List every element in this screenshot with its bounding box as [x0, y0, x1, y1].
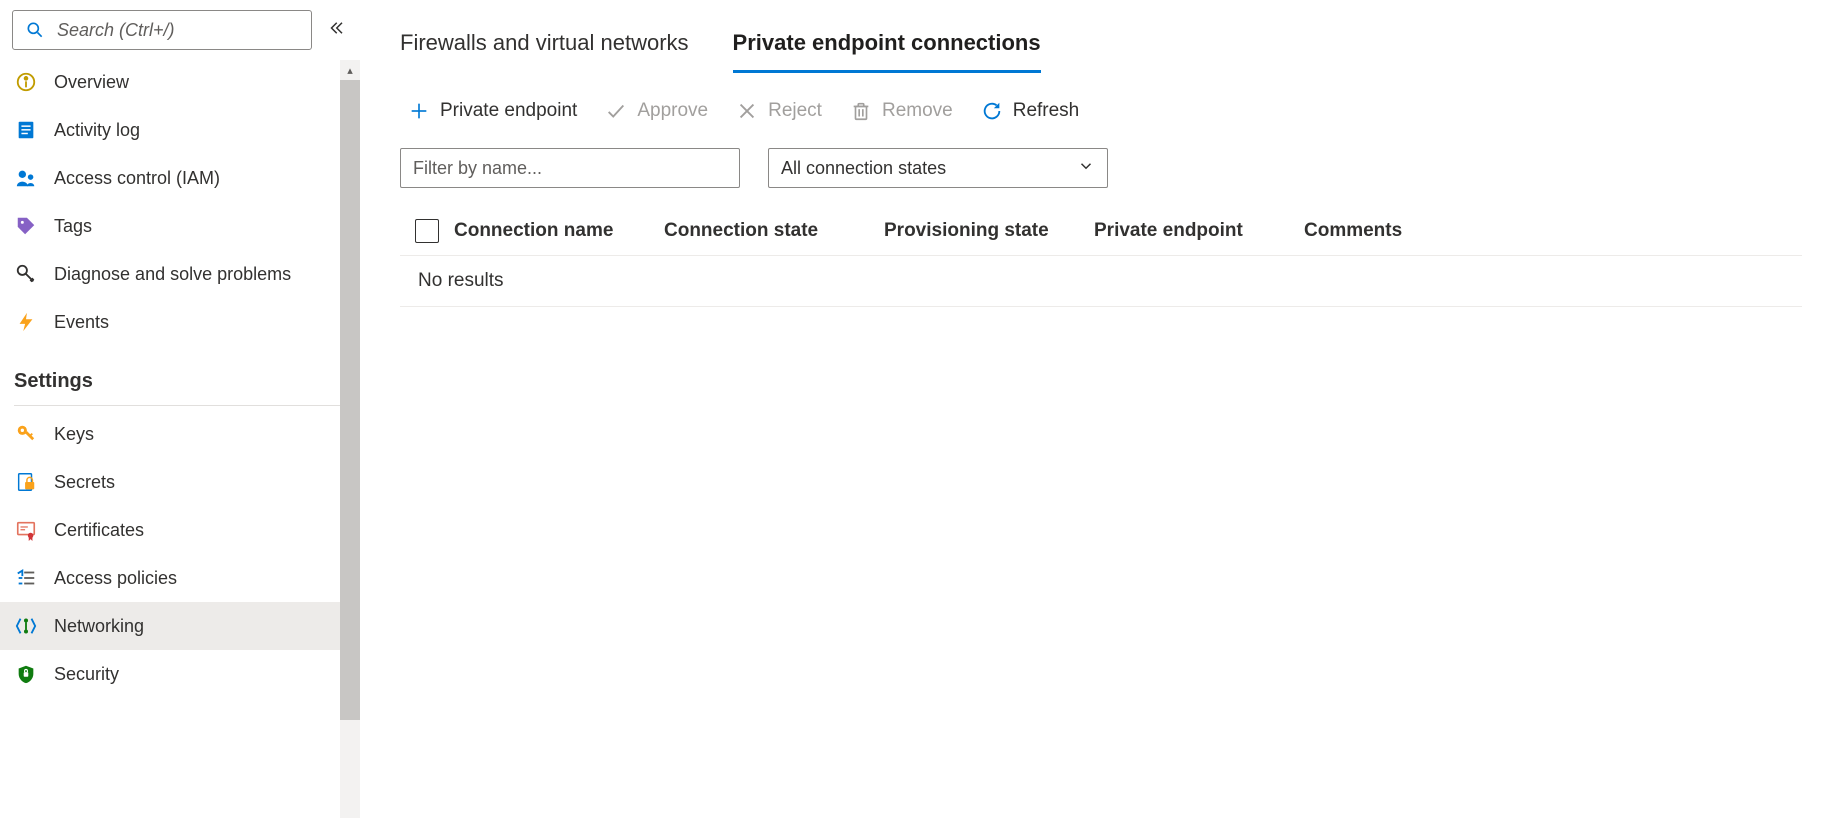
sidebar-item-activity-log[interactable]: Activity log: [0, 106, 360, 154]
sidebar-item-keys[interactable]: Keys: [0, 410, 360, 458]
sidebar-item-label: Diagnose and solve problems: [54, 264, 291, 285]
secrets-icon: [14, 470, 38, 494]
sidebar-section-settings: Settings: [0, 346, 360, 399]
sidebar-item-label: Secrets: [54, 472, 115, 493]
sidebar-item-secrets[interactable]: Secrets: [0, 458, 360, 506]
tab-private-endpoints[interactable]: Private endpoint connections: [733, 20, 1041, 73]
sidebar-item-label: Events: [54, 312, 109, 333]
approve-button: Approve: [605, 100, 708, 122]
no-results-row: No results: [400, 256, 1802, 307]
sidebar-search-input[interactable]: [57, 20, 301, 41]
toolbar-label: Reject: [768, 100, 822, 122]
sidebar-item-label: Certificates: [54, 520, 144, 541]
sidebar-item-overview[interactable]: Overview: [0, 58, 360, 106]
sidebar-item-label: Access policies: [54, 568, 177, 589]
sidebar-item-label: Activity log: [54, 120, 140, 141]
column-connection-name[interactable]: Connection name: [454, 220, 664, 242]
collapse-sidebar-button[interactable]: [322, 19, 350, 42]
keys-icon: [14, 422, 38, 446]
search-icon: [23, 18, 47, 42]
tab-strip: Firewalls and virtual networks Private e…: [400, 20, 1802, 74]
reject-button: Reject: [736, 100, 822, 122]
connection-state-select[interactable]: All connection states: [768, 148, 1108, 188]
overview-icon: [14, 70, 38, 94]
sidebar-item-label: Networking: [54, 616, 144, 637]
diagnose-icon: [14, 262, 38, 286]
events-icon: [14, 310, 38, 334]
sidebar-search-box[interactable]: [12, 10, 312, 50]
toolbar-label: Remove: [882, 100, 953, 122]
column-connection-state[interactable]: Connection state: [664, 220, 884, 242]
sidebar-item-events[interactable]: Events: [0, 298, 360, 346]
sidebar-item-label: Access control (IAM): [54, 168, 220, 189]
toolbar-label: Approve: [637, 100, 708, 122]
sidebar-item-tags[interactable]: Tags: [0, 202, 360, 250]
select-value: All connection states: [781, 158, 946, 179]
access-policies-icon: [14, 566, 38, 590]
sidebar: ▴ Overview Activity log Access control (…: [0, 0, 360, 818]
activity-log-icon: [14, 118, 38, 142]
tags-icon: [14, 214, 38, 238]
scroll-up-arrow[interactable]: ▴: [340, 60, 360, 80]
refresh-icon: [981, 100, 1003, 122]
refresh-button[interactable]: Refresh: [981, 100, 1080, 122]
toolbar-label: Refresh: [1013, 100, 1080, 122]
sidebar-nav: Overview Activity log Access control (IA…: [0, 58, 360, 818]
main-content: Firewalls and virtual networks Private e…: [360, 0, 1842, 818]
sidebar-item-networking[interactable]: Networking: [0, 602, 360, 650]
sidebar-item-label: Keys: [54, 424, 94, 445]
x-icon: [736, 100, 758, 122]
tab-firewalls[interactable]: Firewalls and virtual networks: [400, 20, 689, 73]
toolbar-label: Private endpoint: [440, 100, 577, 122]
filter-by-name-input[interactable]: [400, 148, 740, 188]
column-comments[interactable]: Comments: [1304, 220, 1444, 242]
select-all-checkbox[interactable]: [415, 219, 439, 243]
security-icon: [14, 662, 38, 686]
iam-icon: [14, 166, 38, 190]
chevron-down-icon: [1077, 157, 1095, 180]
add-private-endpoint-button[interactable]: Private endpoint: [408, 100, 577, 122]
column-provisioning-state[interactable]: Provisioning state: [884, 220, 1094, 242]
scrollbar-thumb[interactable]: [340, 80, 360, 720]
sidebar-item-label: Overview: [54, 72, 129, 93]
remove-button: Remove: [850, 100, 953, 122]
plus-icon: [408, 100, 430, 122]
sidebar-item-access-policies[interactable]: Access policies: [0, 554, 360, 602]
sidebar-item-certificates[interactable]: Certificates: [0, 506, 360, 554]
sidebar-item-label: Security: [54, 664, 119, 685]
certificates-icon: [14, 518, 38, 542]
sidebar-item-access-control[interactable]: Access control (IAM): [0, 154, 360, 202]
sidebar-item-security[interactable]: Security: [0, 650, 360, 698]
section-divider: [14, 405, 346, 406]
column-private-endpoint[interactable]: Private endpoint: [1094, 220, 1304, 242]
toolbar: Private endpoint Approve Reject Remove: [408, 100, 1802, 122]
sidebar-item-diagnose[interactable]: Diagnose and solve problems: [0, 250, 360, 298]
table-header-row: Connection name Connection state Provisi…: [400, 206, 1802, 256]
sidebar-item-label: Tags: [54, 216, 92, 237]
trash-icon: [850, 100, 872, 122]
check-icon: [605, 100, 627, 122]
networking-icon: [14, 614, 38, 638]
